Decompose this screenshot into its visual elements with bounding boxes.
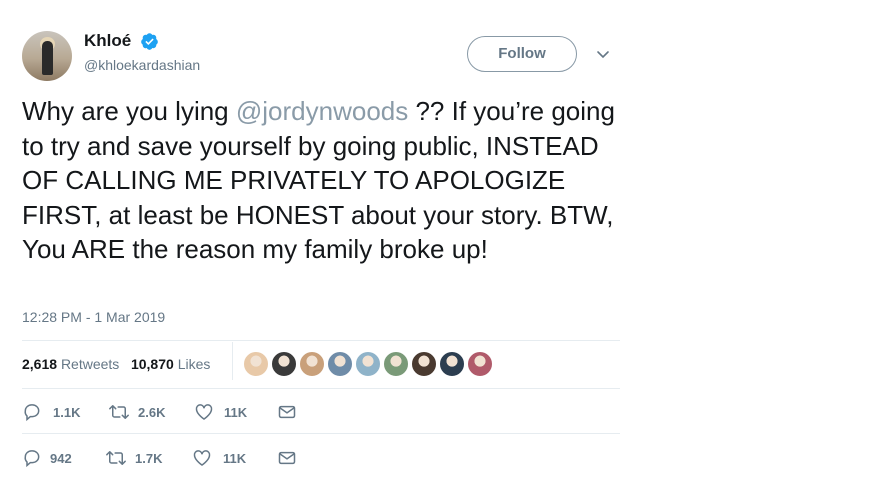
liker-avatar[interactable] <box>299 351 325 377</box>
avatar-figure <box>42 41 53 75</box>
message-icon <box>278 451 296 465</box>
liker-avatar[interactable] <box>243 351 269 377</box>
follow-button[interactable]: Follow <box>467 36 577 72</box>
like-icon <box>195 404 213 421</box>
user-handle[interactable]: @khloekardashian <box>84 57 200 73</box>
likes-stat[interactable]: 10,870 Likes <box>131 356 210 372</box>
mention-link[interactable]: @jordynwoods <box>236 96 408 126</box>
retweets-stat[interactable]: 2,618 Retweets <box>22 356 119 372</box>
display-name[interactable]: Khloé <box>84 31 131 51</box>
tweet-text: Why are you lying @jordynwoods ?? If you… <box>22 94 622 267</box>
chevron-down-icon[interactable] <box>596 50 610 60</box>
divider-bottom <box>22 433 620 434</box>
retweets-count: 2,618 <box>22 356 58 372</box>
tweet-timestamp[interactable]: 12:28 PM - 1 Mar 2019 <box>22 309 165 325</box>
liker-avatar[interactable] <box>327 351 353 377</box>
reply-icon <box>24 404 40 422</box>
like-count: 11K <box>223 451 247 466</box>
liker-avatar[interactable] <box>439 351 465 377</box>
tweet-text-before: Why are you lying <box>22 96 236 126</box>
reply-count: 942 <box>50 451 72 466</box>
stats-separator <box>232 342 233 380</box>
reply-icon <box>24 450 40 468</box>
liker-avatar[interactable] <box>383 351 409 377</box>
retweet-count: 2.6K <box>138 405 166 420</box>
divider-top <box>22 340 620 341</box>
profile-avatar[interactable] <box>22 31 72 81</box>
liker-avatar[interactable] <box>467 351 493 377</box>
liker-avatar[interactable] <box>411 351 437 377</box>
message-icon <box>278 405 296 419</box>
tweet-stats: 2,618 Retweets 10,870 Likes <box>22 356 210 372</box>
retweet-icon <box>106 451 126 465</box>
divider-middle <box>22 388 620 389</box>
verified-badge-icon <box>141 33 158 50</box>
retweet-count: 1.7K <box>135 451 163 466</box>
retweets-label: Retweets <box>60 356 120 372</box>
liker-avatar[interactable] <box>355 351 381 377</box>
like-count: 11K <box>224 405 248 420</box>
retweet-icon <box>109 405 129 419</box>
likes-count: 10,870 <box>130 356 174 372</box>
like-icon <box>193 450 211 467</box>
reply-count: 1.1K <box>53 405 81 420</box>
liker-avatar[interactable] <box>271 351 297 377</box>
likes-label: Likes <box>177 356 211 372</box>
